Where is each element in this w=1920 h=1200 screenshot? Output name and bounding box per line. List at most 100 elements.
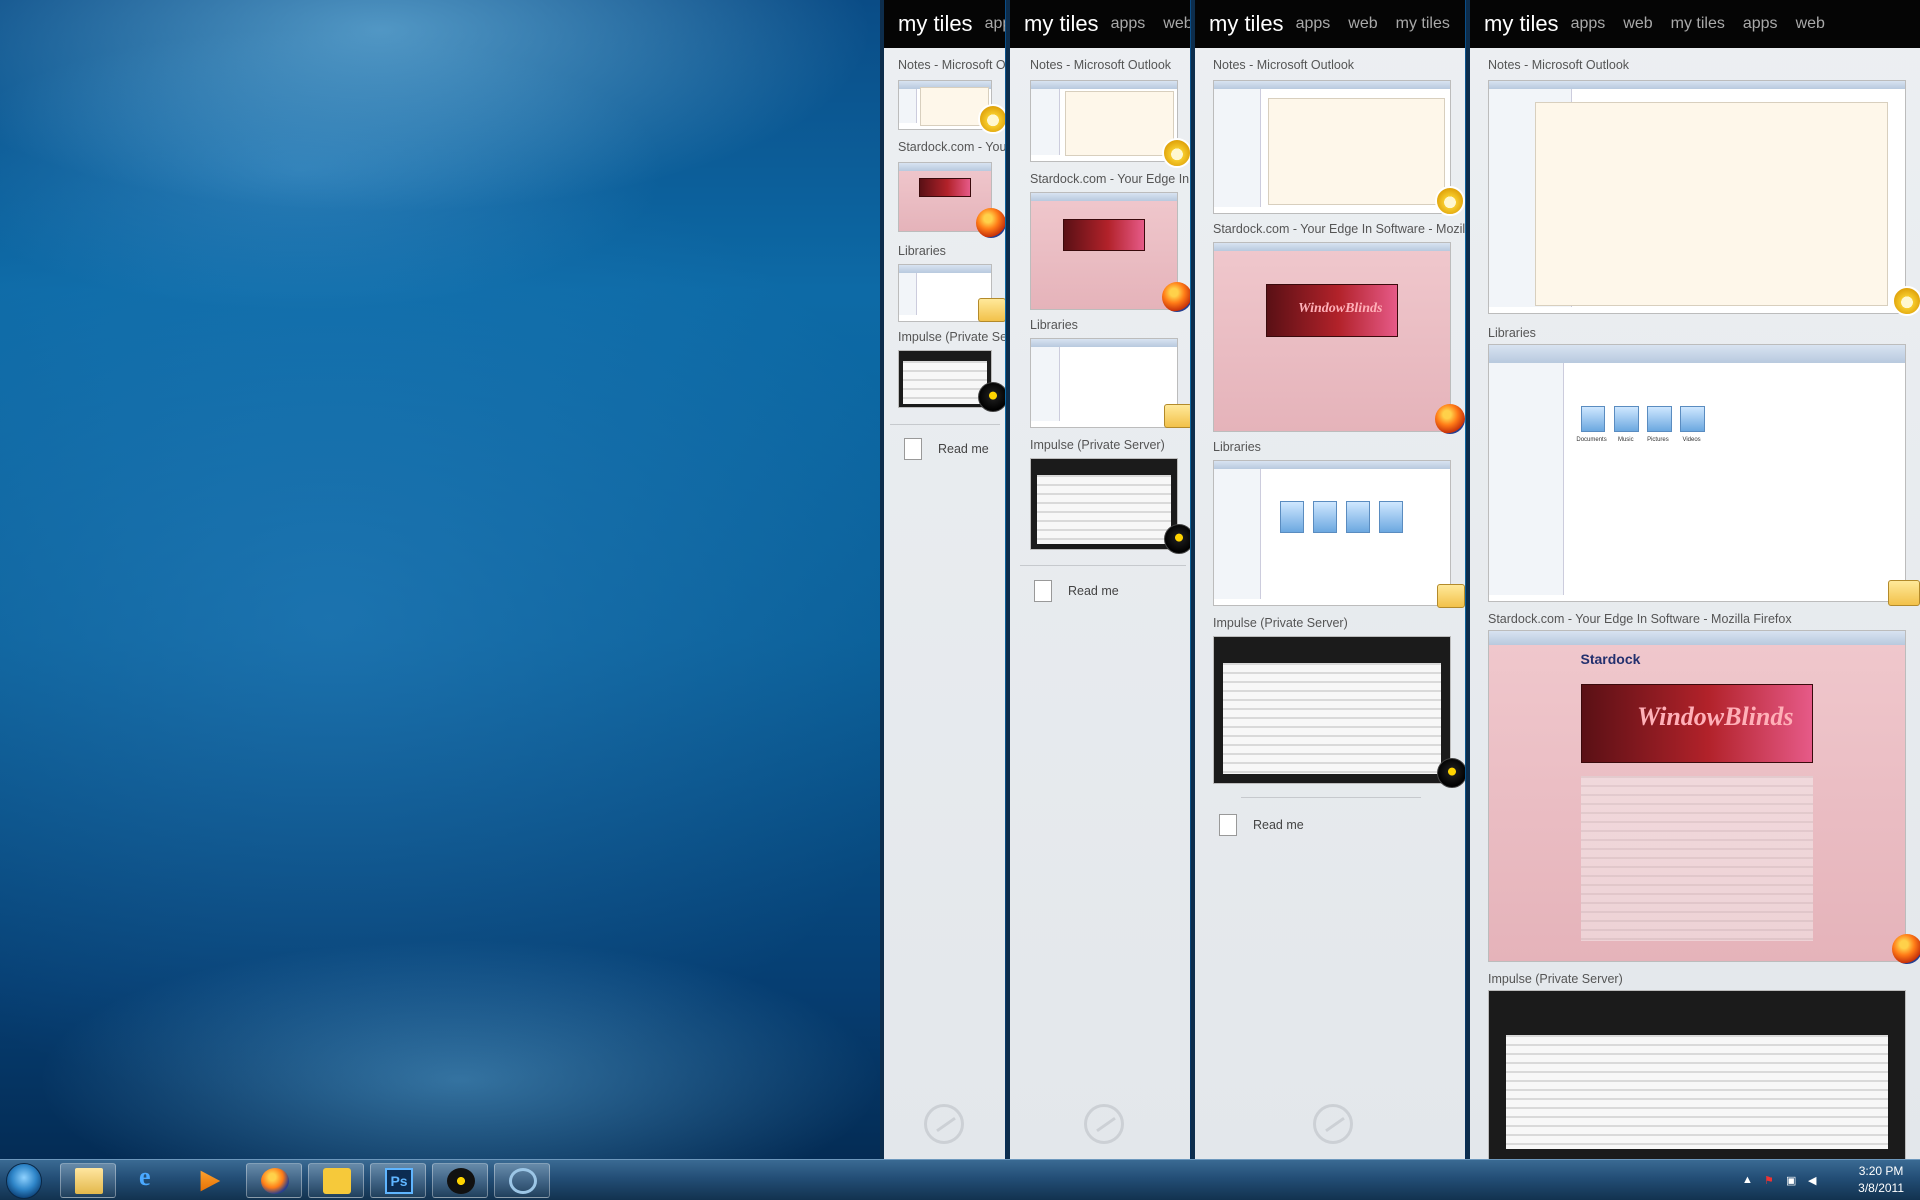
document-icon	[1219, 814, 1237, 836]
volume-icon[interactable]: ◀	[1808, 1174, 1820, 1187]
folder-label: Music	[1617, 437, 1634, 444]
outlook-preview	[1213, 80, 1451, 214]
impulse-icon	[447, 1168, 475, 1194]
nav-my-tiles[interactable]: my tiles	[1396, 0, 1450, 48]
taskbar-firefox[interactable]	[246, 1163, 302, 1198]
tile-label: Impulse (Private Server)	[1213, 616, 1348, 630]
impulse-icon	[1437, 758, 1465, 788]
taskbar-outlook[interactable]	[308, 1163, 364, 1198]
tile-outlook[interactable]: Notes - Microsoft Outlook	[1488, 58, 1920, 316]
tile-label: Notes - Microsoft Outlook	[1488, 58, 1630, 72]
windowblinds-banner-text: WindowBlinds	[1636, 701, 1794, 731]
tiles-panel-1[interactable]: my tiles apps Notes - Microsoft Outlook S…	[880, 0, 1005, 1159]
tiles-panel-4[interactable]: my tiles apps web my tiles apps web Notes - M…	[1466, 0, 1920, 1159]
taskbar-photoshop[interactable]: Ps	[370, 1163, 426, 1198]
panel-header: my tiles apps	[884, 0, 1005, 48]
firefox-preview: WindowBlinds	[1213, 242, 1451, 432]
tile-label: Notes - Microsoft Outlook	[898, 58, 1005, 72]
panel-title[interactable]: my tiles	[1484, 0, 1559, 48]
readme-item[interactable]: Read me	[1219, 814, 1379, 840]
tile-stardock[interactable]: Stardock.com - Your Edge In Software - M…	[898, 140, 1005, 240]
taskbar-impulse[interactable]	[432, 1163, 488, 1198]
outlook-icon	[978, 104, 1005, 134]
document-icon	[904, 438, 922, 460]
nav-web[interactable]: web	[1163, 0, 1190, 48]
tile-outlook[interactable]: Notes - Microsoft Outlook	[1030, 58, 1190, 168]
tile-label: Stardock.com - Your Edge In Software - M…	[1213, 222, 1465, 236]
tile-label: Libraries	[1030, 318, 1078, 332]
tile-libraries[interactable]: Libraries	[898, 244, 1005, 328]
nav-apps-2[interactable]: apps	[1743, 0, 1778, 48]
panel-title[interactable]: my tiles	[1024, 0, 1099, 48]
outlook-icon	[1162, 138, 1190, 168]
libraries-preview: Documents Music Pictures Videos	[1488, 344, 1906, 602]
taskbar-rings-app[interactable]	[494, 1163, 550, 1198]
tiles-panel-2[interactable]: my tiles apps web Notes - Microsoft Outloo…	[1006, 0, 1190, 1159]
readme-label: Read me	[938, 442, 989, 456]
music-folder	[1613, 406, 1639, 433]
firefox-icon	[1435, 404, 1465, 434]
outlook-icon	[1435, 186, 1465, 216]
tile-outlook[interactable]: Notes - Microsoft Outlook	[1213, 58, 1465, 220]
start-button[interactable]	[6, 1163, 42, 1199]
tile-outlook[interactable]: Notes - Microsoft Outlook	[898, 58, 1005, 138]
separator	[1241, 797, 1421, 798]
taskbar-explorer[interactable]	[60, 1163, 116, 1198]
nav-apps[interactable]: apps	[1571, 0, 1606, 48]
tile-impulse[interactable]: Impulse (Private Server)	[1030, 438, 1190, 556]
impulse-preview	[1213, 636, 1451, 784]
stardock-logo-text: Stardock	[1580, 650, 1641, 667]
panel-title[interactable]: my tiles	[898, 0, 973, 48]
tile-label: Impulse (Private Server)	[898, 330, 1005, 344]
tile-impulse[interactable]: Impulse (Private Server)	[1488, 972, 1918, 1159]
tile-label: Stardock.com - Your Edge In Software - M…	[1030, 172, 1190, 186]
nav-apps[interactable]: apps	[1296, 0, 1331, 48]
readme-item[interactable]: Read me	[1034, 580, 1174, 606]
panel-title[interactable]: my tiles	[1209, 0, 1284, 48]
explorer-icon	[75, 1168, 103, 1194]
tile-stardock[interactable]: Stardock.com - Your Edge In Software - M…	[1488, 612, 1920, 966]
nav-apps[interactable]: apps	[985, 0, 1005, 48]
outlook-preview	[1030, 80, 1178, 162]
panel-header: my tiles apps web my tiles apps web	[1470, 0, 1920, 48]
tile-libraries[interactable]: Libraries	[1213, 440, 1465, 610]
rings-app-icon	[509, 1168, 537, 1194]
separator	[890, 424, 1000, 425]
folder-label: Videos	[1682, 437, 1701, 444]
tile-label: Libraries	[1213, 440, 1261, 454]
nav-my-tiles[interactable]: my tiles	[1671, 0, 1725, 48]
separator	[1020, 565, 1186, 566]
tile-stardock[interactable]: Stardock.com - Your Edge In Software - M…	[1030, 172, 1190, 312]
tile-label: Libraries	[1488, 326, 1536, 340]
libraries-folder-icon	[1164, 404, 1190, 428]
tiles-panel-3[interactable]: my tiles apps web my tiles Notes - Microsof…	[1191, 0, 1465, 1159]
clock[interactable]: 3:20 PM 3/8/2011	[1858, 1163, 1904, 1197]
firefox-preview	[1030, 192, 1178, 310]
stardock-logo-icon	[1084, 1104, 1124, 1144]
tile-libraries[interactable]: Libraries Documents Music Pictures Video…	[1488, 326, 1920, 606]
nav-web[interactable]: web	[1623, 0, 1652, 48]
windowblinds-banner-text: WindowBlinds	[1298, 300, 1383, 316]
network-icon[interactable]: ▣	[1786, 1174, 1798, 1187]
tile-label: Libraries	[898, 244, 946, 258]
impulse-icon	[978, 382, 1005, 412]
taskbar-media-player[interactable]	[180, 1163, 236, 1198]
tile-impulse[interactable]: Impulse (Private Server)	[898, 330, 1005, 416]
readme-item[interactable]: Read me	[904, 438, 1004, 464]
nav-web-2[interactable]: web	[1796, 0, 1825, 48]
tile-libraries[interactable]: Libraries	[1030, 318, 1190, 434]
impulse-preview	[1488, 990, 1906, 1159]
firefox-icon	[1892, 934, 1920, 964]
show-hidden-icons[interactable]: ▲	[1742, 1174, 1754, 1186]
nav-web[interactable]: web	[1348, 0, 1377, 48]
panel-header: my tiles apps web	[1010, 0, 1190, 48]
tile-impulse[interactable]: Impulse (Private Server)	[1213, 616, 1465, 788]
taskbar-ie[interactable]: e	[120, 1162, 176, 1198]
tile-label: Stardock.com - Your Edge In Software - M…	[1488, 612, 1792, 626]
tile-label: Impulse (Private Server)	[1488, 972, 1623, 986]
stardock-logo-icon	[924, 1104, 964, 1144]
tile-stardock[interactable]: Stardock.com - Your Edge In Software - M…	[1213, 222, 1465, 434]
action-center-icon[interactable]: ⚑	[1764, 1174, 1776, 1187]
nav-apps[interactable]: apps	[1111, 0, 1146, 48]
firefox-icon	[1162, 282, 1190, 312]
